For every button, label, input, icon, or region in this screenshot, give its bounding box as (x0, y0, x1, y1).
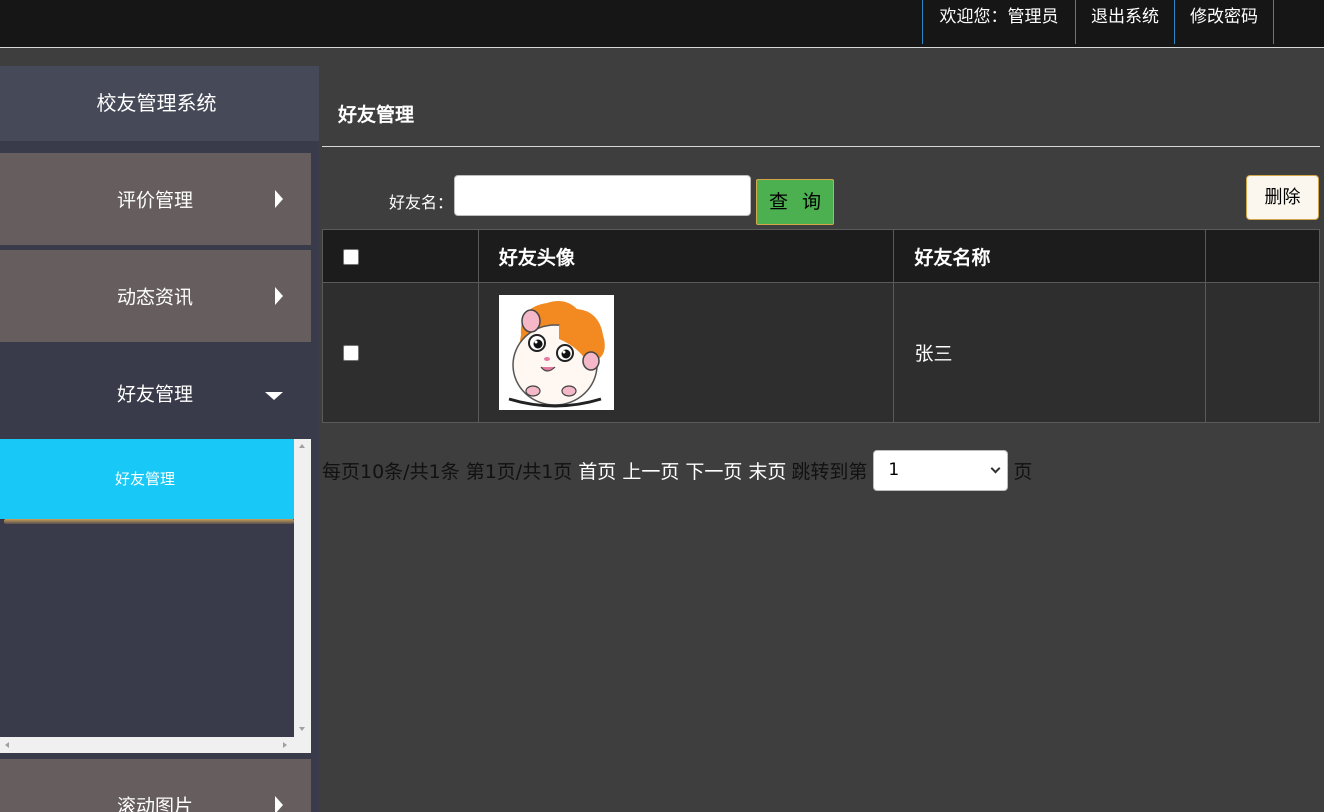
actions-cell (1205, 282, 1320, 423)
submenu-item-friend-management[interactable]: 好友管理 (0, 439, 294, 519)
vertical-scrollbar[interactable] (294, 439, 311, 737)
table-header-row: 好友头像 好友名称 (322, 229, 1320, 283)
scroll-right-icon[interactable] (283, 742, 287, 748)
prev-page-link[interactable]: 上一页 (622, 457, 679, 484)
page-info: 每页10条/共1条 第1页/共1页 (322, 460, 573, 483)
change-password-link[interactable]: 修改密码 (1175, 0, 1274, 44)
sidebar-item-label: 好友管理 (117, 383, 194, 406)
horizontal-scrollbar[interactable] (0, 737, 311, 753)
system-title: 校友管理系统 (0, 66, 319, 141)
next-page-link[interactable]: 下一页 (685, 457, 742, 484)
column-header-actions (1205, 229, 1320, 283)
friend-name-search-input[interactable] (454, 175, 751, 216)
sidebar-item-carousel[interactable]: 滚动图片 (0, 759, 311, 812)
row-checkbox[interactable] (343, 345, 359, 361)
friends-submenu: 好友管理 (0, 439, 311, 753)
sidebar-item-news[interactable]: 动态资讯 (0, 250, 311, 342)
chevron-down-icon (265, 392, 283, 400)
top-nav: 欢迎您：管理员 退出系统 修改密码 (922, 0, 1274, 44)
chevron-right-icon (275, 190, 283, 208)
main-content: 好友管理 好友名： 查 询 删除 好友头像 好友名称 张三 每页10条/共1条 … (322, 66, 1320, 812)
first-page-link[interactable]: 首页 (578, 457, 616, 484)
sidebar-item-label: 评价管理 (117, 189, 194, 212)
sidebar-item-friends[interactable]: 好友管理 (0, 347, 311, 439)
sidebar-item-evaluation[interactable]: 评价管理 (0, 153, 311, 245)
search-button[interactable]: 查 询 (756, 179, 834, 225)
chevron-right-icon (275, 796, 283, 812)
submenu-divider (4, 519, 294, 524)
top-bar: 欢迎您：管理员 退出系统 修改密码 (0, 0, 1324, 48)
chevron-down-icon (990, 463, 1001, 473)
select-all-header (322, 229, 479, 283)
avatar-cell (477, 282, 895, 423)
page-select-value: 1 (888, 459, 900, 480)
title-divider (322, 146, 1320, 147)
pagination: 每页10条/共1条 第1页/共1页 首页 上一页 下一页 末页 跳转到第 1 页 (322, 449, 1032, 491)
sidebar: 校友管理系统 评价管理 动态资讯 好友管理 好友管理 滚动图片 (0, 66, 319, 812)
scroll-left-icon[interactable] (5, 742, 9, 748)
last-page-link[interactable]: 末页 (748, 457, 786, 484)
sidebar-item-label: 动态资讯 (117, 286, 194, 309)
friend-name-cell: 张三 (893, 282, 1207, 423)
column-header-avatar: 好友头像 (477, 229, 895, 283)
page-title: 好友管理 (338, 104, 415, 126)
column-header-name: 好友名称 (893, 229, 1207, 283)
table-row: 张三 (322, 282, 1320, 423)
page-select[interactable]: 1 (873, 449, 1009, 491)
search-label: 好友名： (389, 193, 454, 212)
friends-table: 好友头像 好友名称 张三 (322, 229, 1320, 423)
chevron-right-icon (275, 287, 283, 305)
scroll-up-icon[interactable] (299, 444, 305, 448)
welcome-text: 欢迎您：管理员 (923, 0, 1076, 44)
scroll-down-icon[interactable] (299, 727, 305, 731)
submenu-item-label: 好友管理 (115, 470, 176, 488)
select-all-checkbox[interactable] (343, 248, 359, 265)
page-unit-label: 页 (1013, 460, 1033, 483)
jump-label: 跳转到第 (791, 460, 868, 483)
delete-button[interactable]: 删除 (1246, 175, 1319, 220)
row-select-cell (322, 282, 479, 423)
logout-link[interactable]: 退出系统 (1076, 0, 1175, 44)
hamster-avatar-image (498, 295, 614, 410)
sidebar-item-label: 滚动图片 (117, 795, 194, 812)
